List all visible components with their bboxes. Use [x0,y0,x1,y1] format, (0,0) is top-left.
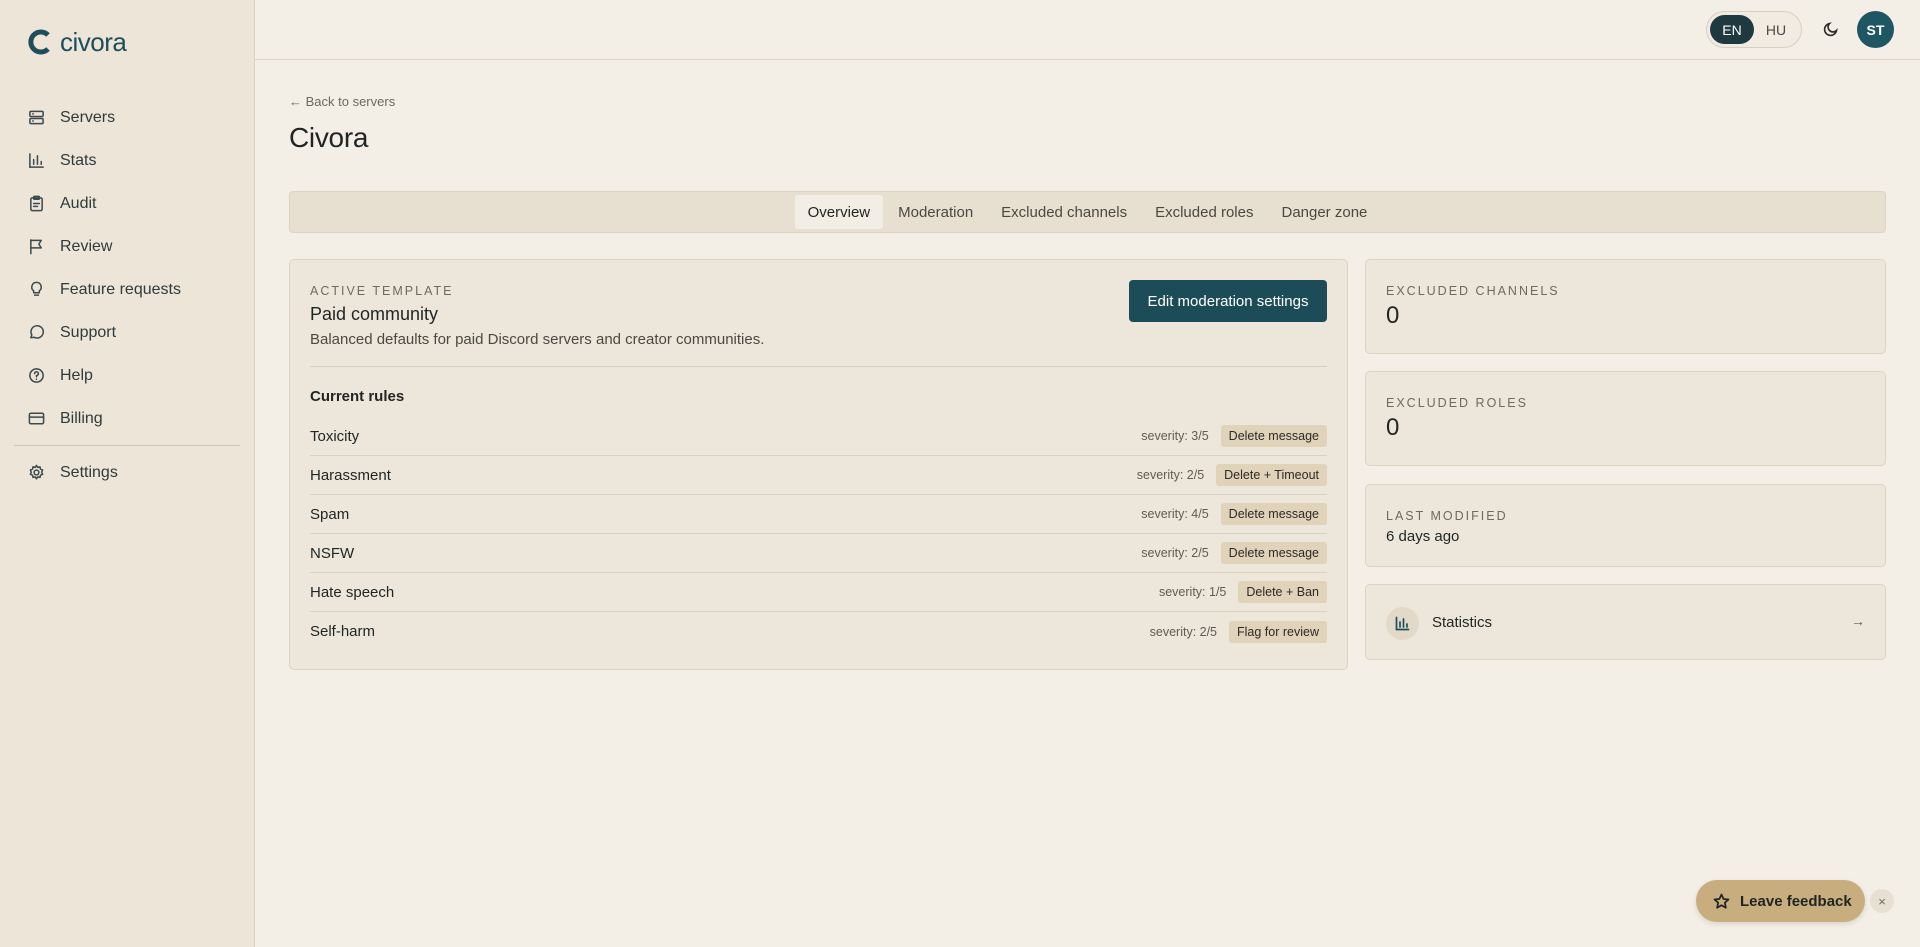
sidebar-item-label: Billing [60,409,103,427]
rule-severity: severity: 2/5 [1136,468,1205,482]
excluded-channels-label: EXCLUDED CHANNELS [1386,284,1560,298]
rule-action-badge: Delete message [1220,425,1327,447]
sidebar-item-label: Feature requests [60,280,181,298]
active-template-eyebrow: ACTIVE TEMPLATE [310,284,454,298]
rule-action-badge: Delete message [1220,503,1327,525]
divider [310,366,1327,367]
rule-row: Harassment severity: 2/5 Delete + Timeou… [310,456,1327,495]
sidebar: civora Servers Stats Audit Review Featur… [0,0,255,947]
sidebar-nav: Servers Stats Audit Review Feature reque… [14,96,240,494]
sidebar-item-billing[interactable]: Billing [14,397,240,440]
rule-row: Hate speech severity: 1/5 Delete + Ban [310,573,1327,612]
logo[interactable]: civora [26,26,127,58]
civora-logo-icon [28,29,50,55]
lightbulb-icon [27,281,45,299]
rule-severity: severity: 2/5 [1141,546,1209,560]
sidebar-item-stats[interactable]: Stats [14,139,240,182]
sidebar-item-settings[interactable]: Settings [14,451,240,494]
last-modified-label: LAST MODIFIED [1386,509,1508,523]
rule-name: Hate speech [310,583,395,601]
current-rules-heading: Current rules [310,388,405,405]
excluded-channels-value: 0 [1386,302,1400,329]
sidebar-item-label: Settings [60,463,118,481]
edit-moderation-settings-button[interactable]: Edit moderation settings [1129,280,1327,322]
leave-feedback-label: Leave feedback [1740,892,1852,910]
rule-row: Toxicity severity: 3/5 Delete message [310,417,1327,456]
gear-icon [27,464,45,482]
bar-chart-icon [27,152,45,170]
sidebar-item-servers[interactable]: Servers [14,96,240,139]
sidebar-item-audit[interactable]: Audit [14,182,240,225]
server-tabs: Overview Moderation Excluded channels Ex… [289,191,1886,233]
sidebar-item-label: Stats [60,151,97,169]
moon-icon [1823,22,1838,37]
rule-severity: severity: 3/5 [1141,429,1209,443]
page-title: Civora [289,122,369,153]
rule-row: NSFW severity: 2/5 Delete message [310,534,1327,573]
rule-action-badge: Flag for review [1229,620,1327,643]
clipboard-icon [27,195,45,213]
rule-action-badge: Delete + Ban [1238,581,1327,603]
sidebar-item-support[interactable]: Support [14,311,240,354]
template-description: Balanced defaults for paid Discord serve… [310,331,765,348]
server-icon [27,109,45,127]
rule-row: Self-harm severity: 2/5 Flag for review [310,612,1327,651]
tab-moderation[interactable]: Moderation [885,195,986,229]
flag-icon [27,238,45,256]
language-hu-button[interactable]: HU [1754,15,1798,44]
template-name: Paid community [310,304,439,324]
active-template-card: ACTIVE TEMPLATE Paid community Balanced … [289,259,1348,670]
help-circle-icon [27,367,45,385]
sidebar-item-label: Support [60,323,117,341]
rule-severity: severity: 4/5 [1141,507,1209,521]
last-modified-value: 6 days ago [1386,528,1460,545]
sidebar-item-label: Servers [60,108,116,126]
close-icon[interactable]: × [1870,889,1894,913]
rule-name: NSFW [310,544,355,562]
tab-overview[interactable]: Overview [794,195,884,229]
leave-feedback-button[interactable]: Leave feedback [1696,880,1865,922]
statistics-link-card[interactable]: Statistics → [1365,584,1886,660]
tab-danger-zone[interactable]: Danger zone [1268,195,1380,229]
rules-list: Toxicity severity: 3/5 Delete message Ha… [310,417,1327,651]
sidebar-item-review[interactable]: Review [14,225,240,268]
rule-name: Spam [310,505,350,523]
brand-name: civora [60,26,127,57]
rule-action-badge: Delete + Timeout [1216,464,1327,486]
sidebar-item-label: Help [60,366,93,384]
rule-severity: severity: 2/5 [1149,624,1218,639]
theme-toggle-button[interactable] [1820,18,1842,40]
language-en-button[interactable]: EN [1710,15,1754,44]
rule-name: Toxicity [310,427,360,445]
rule-name: Harassment [310,466,391,484]
rule-name: Self-harm [310,623,376,640]
back-to-servers-link[interactable]: ← Back to servers [289,94,395,109]
credit-card-icon [27,410,45,428]
statistics-label: Statistics [1432,614,1493,631]
avatar[interactable]: ST [1857,11,1894,48]
chat-bubble-icon [27,324,45,342]
excluded-channels-card: EXCLUDED CHANNELS 0 [1365,259,1886,354]
excluded-roles-label: EXCLUDED ROLES [1386,396,1528,410]
excluded-roles-value: 0 [1386,414,1400,441]
bar-chart-icon [1386,607,1419,640]
rule-action-badge: Delete message [1220,542,1327,564]
sidebar-item-label: Audit [60,194,97,212]
rule-row: Spam severity: 4/5 Delete message [310,495,1327,534]
topbar: EN HU ST [255,0,1920,60]
sidebar-item-label: Review [60,237,113,255]
arrow-right-icon: → [1851,613,1865,629]
last-modified-card: LAST MODIFIED 6 days ago [1365,484,1886,567]
sidebar-divider [14,445,240,446]
excluded-roles-card: EXCLUDED ROLES 0 [1365,371,1886,466]
sidebar-item-feature-requests[interactable]: Feature requests [14,268,240,311]
star-icon [1713,893,1730,909]
sidebar-item-help[interactable]: Help [14,354,240,397]
language-toggle: EN HU [1706,11,1802,48]
tab-excluded-channels[interactable]: Excluded channels [988,195,1140,229]
rule-severity: severity: 1/5 [1158,585,1227,599]
tab-excluded-roles[interactable]: Excluded roles [1142,195,1266,229]
